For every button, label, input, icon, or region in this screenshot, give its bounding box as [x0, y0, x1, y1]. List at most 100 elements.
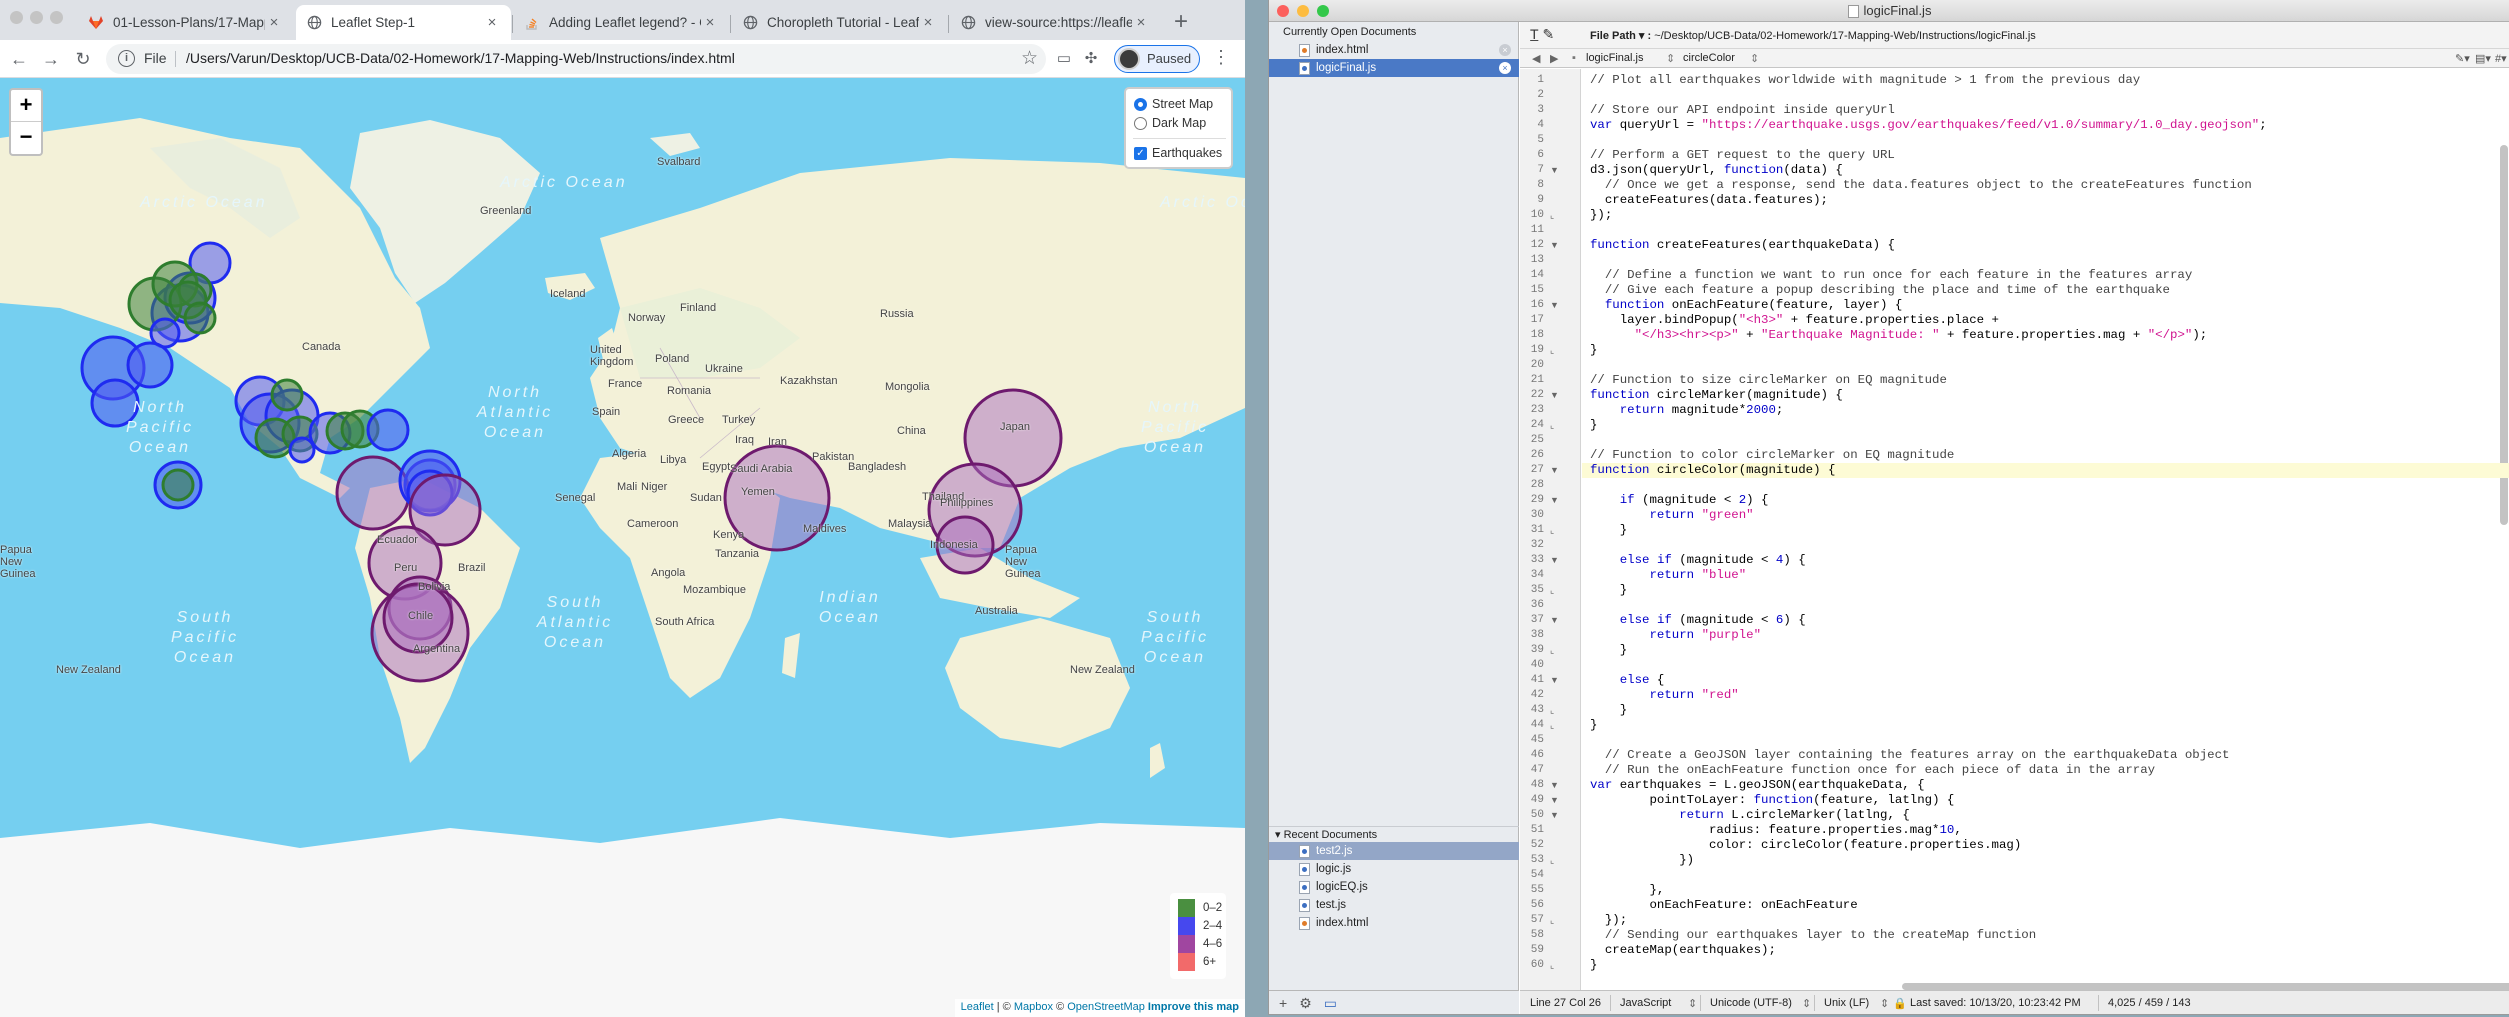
address-bar[interactable]: i File /Users/Varun/Desktop/UCB-Data/02-…	[106, 44, 1046, 74]
code-line[interactable]: createFeatures(data.features);	[1590, 193, 1828, 208]
openstreetmap-link[interactable]: OpenStreetMap	[1067, 1001, 1145, 1013]
improve-map-link[interactable]: Improve this map	[1148, 1001, 1239, 1013]
info-icon[interactable]: i	[118, 50, 135, 67]
earthquake-marker[interactable]	[366, 408, 410, 452]
code-line[interactable]: onEachFeature: onEachFeature	[1590, 898, 1857, 913]
code-line[interactable]: "</h3><hr><p>" + "Earthquake Magnitude: …	[1590, 328, 2208, 343]
profile-paused-button[interactable]: Paused	[1114, 45, 1200, 73]
earthquake-marker[interactable]	[126, 341, 174, 389]
code-line[interactable]: // Function to color circleMarker on EQ …	[1590, 448, 1954, 463]
code-line[interactable]: return "purple"	[1590, 628, 1762, 643]
code-line[interactable]: }	[1590, 718, 1597, 733]
code-line[interactable]: // Sending our earthquakes layer to the …	[1590, 928, 2036, 943]
gear-menu-icon[interactable]: ⚙	[1299, 995, 1312, 1012]
earthquake-marker[interactable]	[183, 301, 217, 335]
close-window-dot[interactable]	[10, 11, 23, 24]
bookmark-star-icon[interactable]: ☆	[1021, 47, 1038, 70]
earthquake-marker[interactable]	[270, 378, 304, 412]
close-doc-icon[interactable]: ×	[1499, 62, 1511, 74]
close-window-button[interactable]	[1277, 5, 1289, 17]
leaflet-link[interactable]: Leaflet	[961, 1001, 994, 1013]
fold-toggle-icon[interactable]: ▼	[1550, 810, 1559, 820]
code-line[interactable]: layer.bindPopup("<h3>" + feature.propert…	[1590, 313, 1999, 328]
nav-forward-icon[interactable]: ▶	[1550, 52, 1558, 65]
code-line[interactable]: // Function to size circleMarker on EQ m…	[1590, 373, 1947, 388]
code-line[interactable]: else if (magnitude < 4) {	[1590, 553, 1806, 568]
recent-doc-item[interactable]: index.html	[1269, 914, 1519, 932]
code-line[interactable]: color: circleColor(feature.properties.ma…	[1590, 838, 2021, 853]
recent-doc-item[interactable]: logic.js	[1269, 860, 1519, 878]
street-map-option[interactable]: Street Map	[1134, 97, 1213, 111]
code-line[interactable]: // Plot all earthquakes worldwide with m…	[1590, 73, 2140, 88]
earthquake-marker[interactable]	[335, 455, 411, 531]
open-doc-item[interactable]: index.html ×	[1269, 41, 1519, 59]
add-document-icon[interactable]: +	[1279, 995, 1287, 1011]
back-arrow-icon[interactable]: ←	[6, 46, 32, 72]
code-line[interactable]: // Perform a GET request to the query UR…	[1590, 148, 1895, 163]
tab-close-icon[interactable]: ×	[483, 14, 501, 31]
browser-menu-icon[interactable]: ⋮	[1212, 47, 1230, 68]
code-line[interactable]: var earthquakes = L.geoJSON(earthquakeDa…	[1590, 778, 1925, 793]
code-line[interactable]: });	[1590, 208, 1612, 223]
code-line[interactable]: return "blue"	[1590, 568, 1747, 583]
fold-toggle-icon[interactable]: ⌞	[1550, 960, 1554, 971]
forward-arrow-icon[interactable]: →	[38, 46, 64, 72]
fold-toggle-icon[interactable]: ▼	[1550, 240, 1559, 250]
language-menu[interactable]: JavaScript	[1620, 997, 1671, 1009]
reload-icon[interactable]: ↻	[70, 46, 96, 72]
code-line[interactable]: function circleMarker(magnitude) {	[1590, 388, 1843, 403]
extensions-puzzle-icon[interactable]: ✣	[1080, 48, 1102, 70]
minimize-window-button[interactable]	[1297, 5, 1309, 17]
fold-toggle-icon[interactable]: ▼	[1550, 615, 1559, 625]
code-line[interactable]: else {	[1590, 673, 1665, 688]
cast-icon[interactable]: ▭	[1053, 48, 1075, 70]
open-doc-item[interactable]: logicFinal.js ×	[1269, 59, 1519, 77]
encoding-menu[interactable]: Unicode (UTF-8)	[1710, 997, 1792, 1009]
text-tool-icon[interactable]: T̲ ✎	[1530, 26, 1554, 43]
code-line[interactable]: }	[1590, 643, 1627, 658]
fold-toggle-icon[interactable]: ⌞	[1550, 585, 1554, 596]
code-line[interactable]: }	[1590, 343, 1597, 358]
tab-close-icon[interactable]: ×	[919, 14, 937, 31]
code-line[interactable]: },	[1590, 883, 1664, 898]
pencil-icon[interactable]: ✎▾	[2455, 52, 2470, 65]
radio-icon[interactable]	[1134, 116, 1147, 130]
nav-function-menu[interactable]: circleColor	[1683, 52, 1735, 64]
code-line[interactable]: d3.json(queryUrl, function(data) {	[1590, 163, 1843, 178]
fold-toggle-icon[interactable]: ▼	[1550, 780, 1559, 790]
fold-toggle-icon[interactable]: ▼	[1550, 555, 1559, 565]
toggle-sidebar-icon[interactable]: ▭	[1324, 995, 1337, 1012]
fold-toggle-icon[interactable]: ⌞	[1550, 855, 1554, 866]
tab-close-icon[interactable]: ×	[701, 14, 719, 31]
fold-toggle-icon[interactable]: ⌞	[1550, 720, 1554, 731]
minimize-window-dot[interactable]	[30, 11, 43, 24]
code-line[interactable]: }	[1590, 703, 1627, 718]
fold-toggle-icon[interactable]: ▼	[1550, 165, 1559, 175]
cursor-position[interactable]: Line 27 Col 26	[1530, 997, 1601, 1009]
code-line[interactable]: if (magnitude < 2) {	[1590, 493, 1769, 508]
leaflet-map[interactable]: Arctic Ocean Arctic Ocean Arctic Ocean N…	[0, 78, 1245, 1017]
zoom-window-button[interactable]	[1317, 5, 1329, 17]
new-tab-icon[interactable]: +	[1168, 8, 1194, 36]
fold-toggle-icon[interactable]: ⌞	[1550, 420, 1554, 431]
fold-toggle-icon[interactable]: ▼	[1550, 390, 1559, 400]
collapse-triangle-icon[interactable]: ▾	[1275, 829, 1284, 841]
fold-toggle-icon[interactable]: ⌞	[1550, 525, 1554, 536]
zoom-window-dot[interactable]	[50, 11, 63, 24]
line-endings-menu[interactable]: Unix (LF)	[1824, 997, 1869, 1009]
nav-back-icon[interactable]: ◀	[1532, 52, 1540, 65]
fold-toggle-icon[interactable]: ⌞	[1550, 345, 1554, 356]
fold-toggle-icon[interactable]: ⌞	[1550, 705, 1554, 716]
code-line[interactable]: return L.circleMarker(latlng, {	[1590, 808, 1910, 823]
tab-lesson-plans[interactable]: 01-Lesson-Plans/17-Mappi ×	[78, 5, 293, 40]
file-path-label[interactable]: File Path ▾ :	[1590, 30, 1651, 42]
tab-leaflet-legend[interactable]: Adding Leaflet legend? - G ×	[514, 5, 729, 40]
code-line[interactable]: // Define a function we want to run once…	[1590, 268, 2192, 283]
code-line[interactable]: // Once we get a response, send the data…	[1590, 178, 2252, 193]
code-line[interactable]: }	[1590, 418, 1597, 433]
fold-toggle-icon[interactable]: ▼	[1550, 675, 1559, 685]
mapbox-link[interactable]: Mapbox	[1014, 1001, 1053, 1013]
radio-selected-icon[interactable]	[1134, 97, 1147, 111]
code-editor[interactable]: // Plot all earthquakes worldwide with m…	[1582, 69, 2509, 990]
split-view-icon[interactable]: ▤▾	[2475, 52, 2491, 65]
